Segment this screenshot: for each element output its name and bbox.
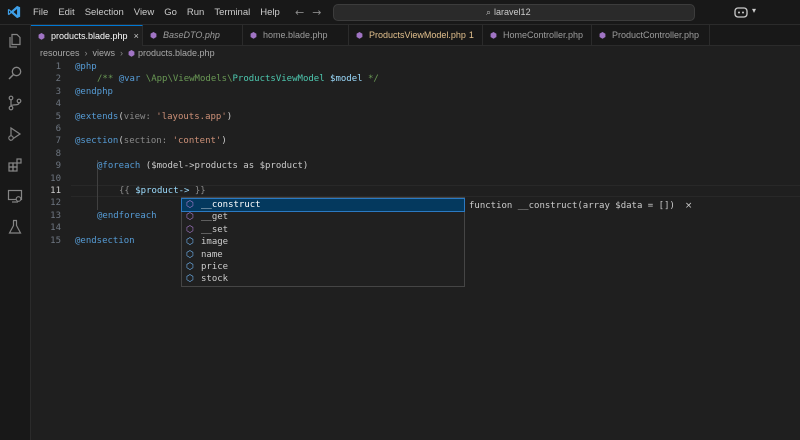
extensions-icon[interactable] [7,157,23,173]
blade-file-icon: ⬢ [250,31,257,40]
line-number: 2 [55,74,61,85]
suggestion-signature: function __construct(array $data = []) [469,201,675,211]
editor-tabs: ⬢ products.blade.php × ⬢ BaseDTO.php ⬢ home.… [31,25,800,46]
menu-help[interactable]: Help [255,0,285,25]
code-line: @foreach ($model->products as $product) [97,161,309,172]
line-number: 5 [55,111,61,122]
php-file-icon: ⬢ [150,31,157,40]
command-center-search[interactable]: ⌕ laravel12 [333,4,695,21]
suggestion-item[interactable]: ⬡ price [182,261,464,273]
run-debug-icon[interactable] [7,126,23,142]
copilot-icon[interactable] [733,5,749,19]
activity-bar [0,25,31,440]
property-icon: ⬡ [186,237,194,248]
code-line: @endforeach [97,210,157,221]
php-file-icon: ⬢ [490,31,497,40]
close-icon[interactable]: × [685,201,693,211]
forward-arrow-icon[interactable]: → [312,6,321,19]
remote-explorer-icon[interactable] [7,188,23,204]
autocomplete-suggestions: ⬡ __construct ⬡ __get ⬡ __set ⬡ image ⬡ name … [181,197,465,287]
tab-productsviewmodel[interactable]: ⬢ ProductsViewModel.php 1 [349,25,483,46]
line-number: 7 [55,136,61,147]
method-icon: ⬡ [186,224,194,235]
breadcrumb-item[interactable]: views [93,48,116,58]
back-arrow-icon[interactable]: ← [295,6,304,19]
suggestion-item[interactable]: ⬡ image [182,236,464,248]
suggestion-detail: function __construct(array $data = []) × [465,199,692,213]
php-file-icon: ⬢ [356,31,363,40]
title-bar: File Edit Selection View Go Run Terminal… [0,0,800,25]
tab-label: home.blade.php [263,30,328,40]
breadcrumb-item[interactable]: resources [40,48,80,58]
line-number: 6 [55,124,61,134]
line-number: 4 [55,99,61,110]
code-line: @endsection [75,235,135,246]
tab-label: products.blade.php [51,31,128,41]
tab-home-blade[interactable]: ⬢ home.blade.php [243,25,349,46]
tab-basedto[interactable]: ⬢ BaseDTO.php [143,25,243,46]
line-number: 14 [50,223,61,234]
breadcrumb-item[interactable]: products.blade.php [138,48,215,58]
code-line: /** @var \App\ViewModels\ProductsViewMod… [97,74,379,85]
menu-edit[interactable]: Edit [53,0,79,25]
code-line: {{ $product-> }} [119,186,206,196]
menu-bar: File Edit Selection View Go Run Terminal… [28,0,285,25]
tab-products-blade[interactable]: ⬢ products.blade.php × [31,25,143,46]
menu-selection[interactable]: Selection [80,0,129,25]
line-number: 9 [55,161,61,172]
code-line: @extends(view: 'layouts.app') [75,111,233,122]
problem-count-badge: 1 [468,30,474,40]
suggestion-item[interactable]: ⬡ name [182,249,464,261]
breadcrumb: resources › views › ⬢ products.blade.php [40,46,215,61]
menu-run[interactable]: Run [182,0,209,25]
menu-view[interactable]: View [129,0,159,25]
line-number: 12 [50,198,61,209]
tab-label: BaseDTO.php [163,30,220,40]
search-icon[interactable] [7,65,23,81]
search-icon: ⌕ [486,7,492,17]
navigation-arrows: ← → [295,0,329,25]
menu-terminal[interactable]: Terminal [209,0,255,25]
menu-go[interactable]: Go [159,0,182,25]
line-number: 8 [55,148,61,159]
method-icon: ⬡ [186,200,194,210]
suggestion-item[interactable]: ⬡ __set [182,224,464,236]
blade-file-icon: ⬢ [128,49,136,58]
line-number: 13 [50,210,61,221]
tab-label: HomeController.php [503,30,584,40]
vscode-logo-icon [7,5,21,19]
tab-label: ProductController.php [612,30,700,40]
code-line: @section(section: 'content') [75,136,227,147]
tab-homecontroller[interactable]: ⬢ HomeController.php [483,25,592,46]
tab-productcontroller[interactable]: ⬢ ProductController.php [592,25,710,46]
code-line: @php [75,62,97,72]
testing-flask-icon[interactable] [7,219,23,235]
chevron-down-icon[interactable]: ▾ [752,6,756,15]
tab-label: ProductsViewModel.php [369,30,466,40]
line-number: 11 [50,186,61,196]
source-control-icon[interactable] [7,95,23,111]
suggestion-item[interactable]: ⬡ __construct [181,197,465,213]
suggestion-item[interactable]: ⬡ stock [182,273,464,285]
command-center-text: laravel12 [494,7,531,17]
property-icon: ⬡ [186,262,194,272]
suggestion-item[interactable]: ⬡ __get [182,211,464,223]
php-file-icon: ⬢ [599,31,606,40]
method-icon: ⬡ [186,212,194,223]
chevron-right-icon: › [84,48,88,58]
chevron-right-icon: › [120,48,124,58]
line-number: 1 [55,62,61,72]
blade-file-icon: ⬢ [38,32,45,41]
line-number: 10 [50,173,61,184]
line-number: 3 [55,86,61,97]
command-center-content: ⌕ laravel12 [486,7,531,18]
property-icon: ⬡ [186,274,194,285]
menu-file[interactable]: File [28,0,53,25]
code-line: @endphp [75,86,113,97]
property-icon: ⬡ [186,249,194,260]
files-icon[interactable] [7,33,23,49]
line-number: 15 [50,235,61,246]
close-icon[interactable]: × [134,31,139,41]
